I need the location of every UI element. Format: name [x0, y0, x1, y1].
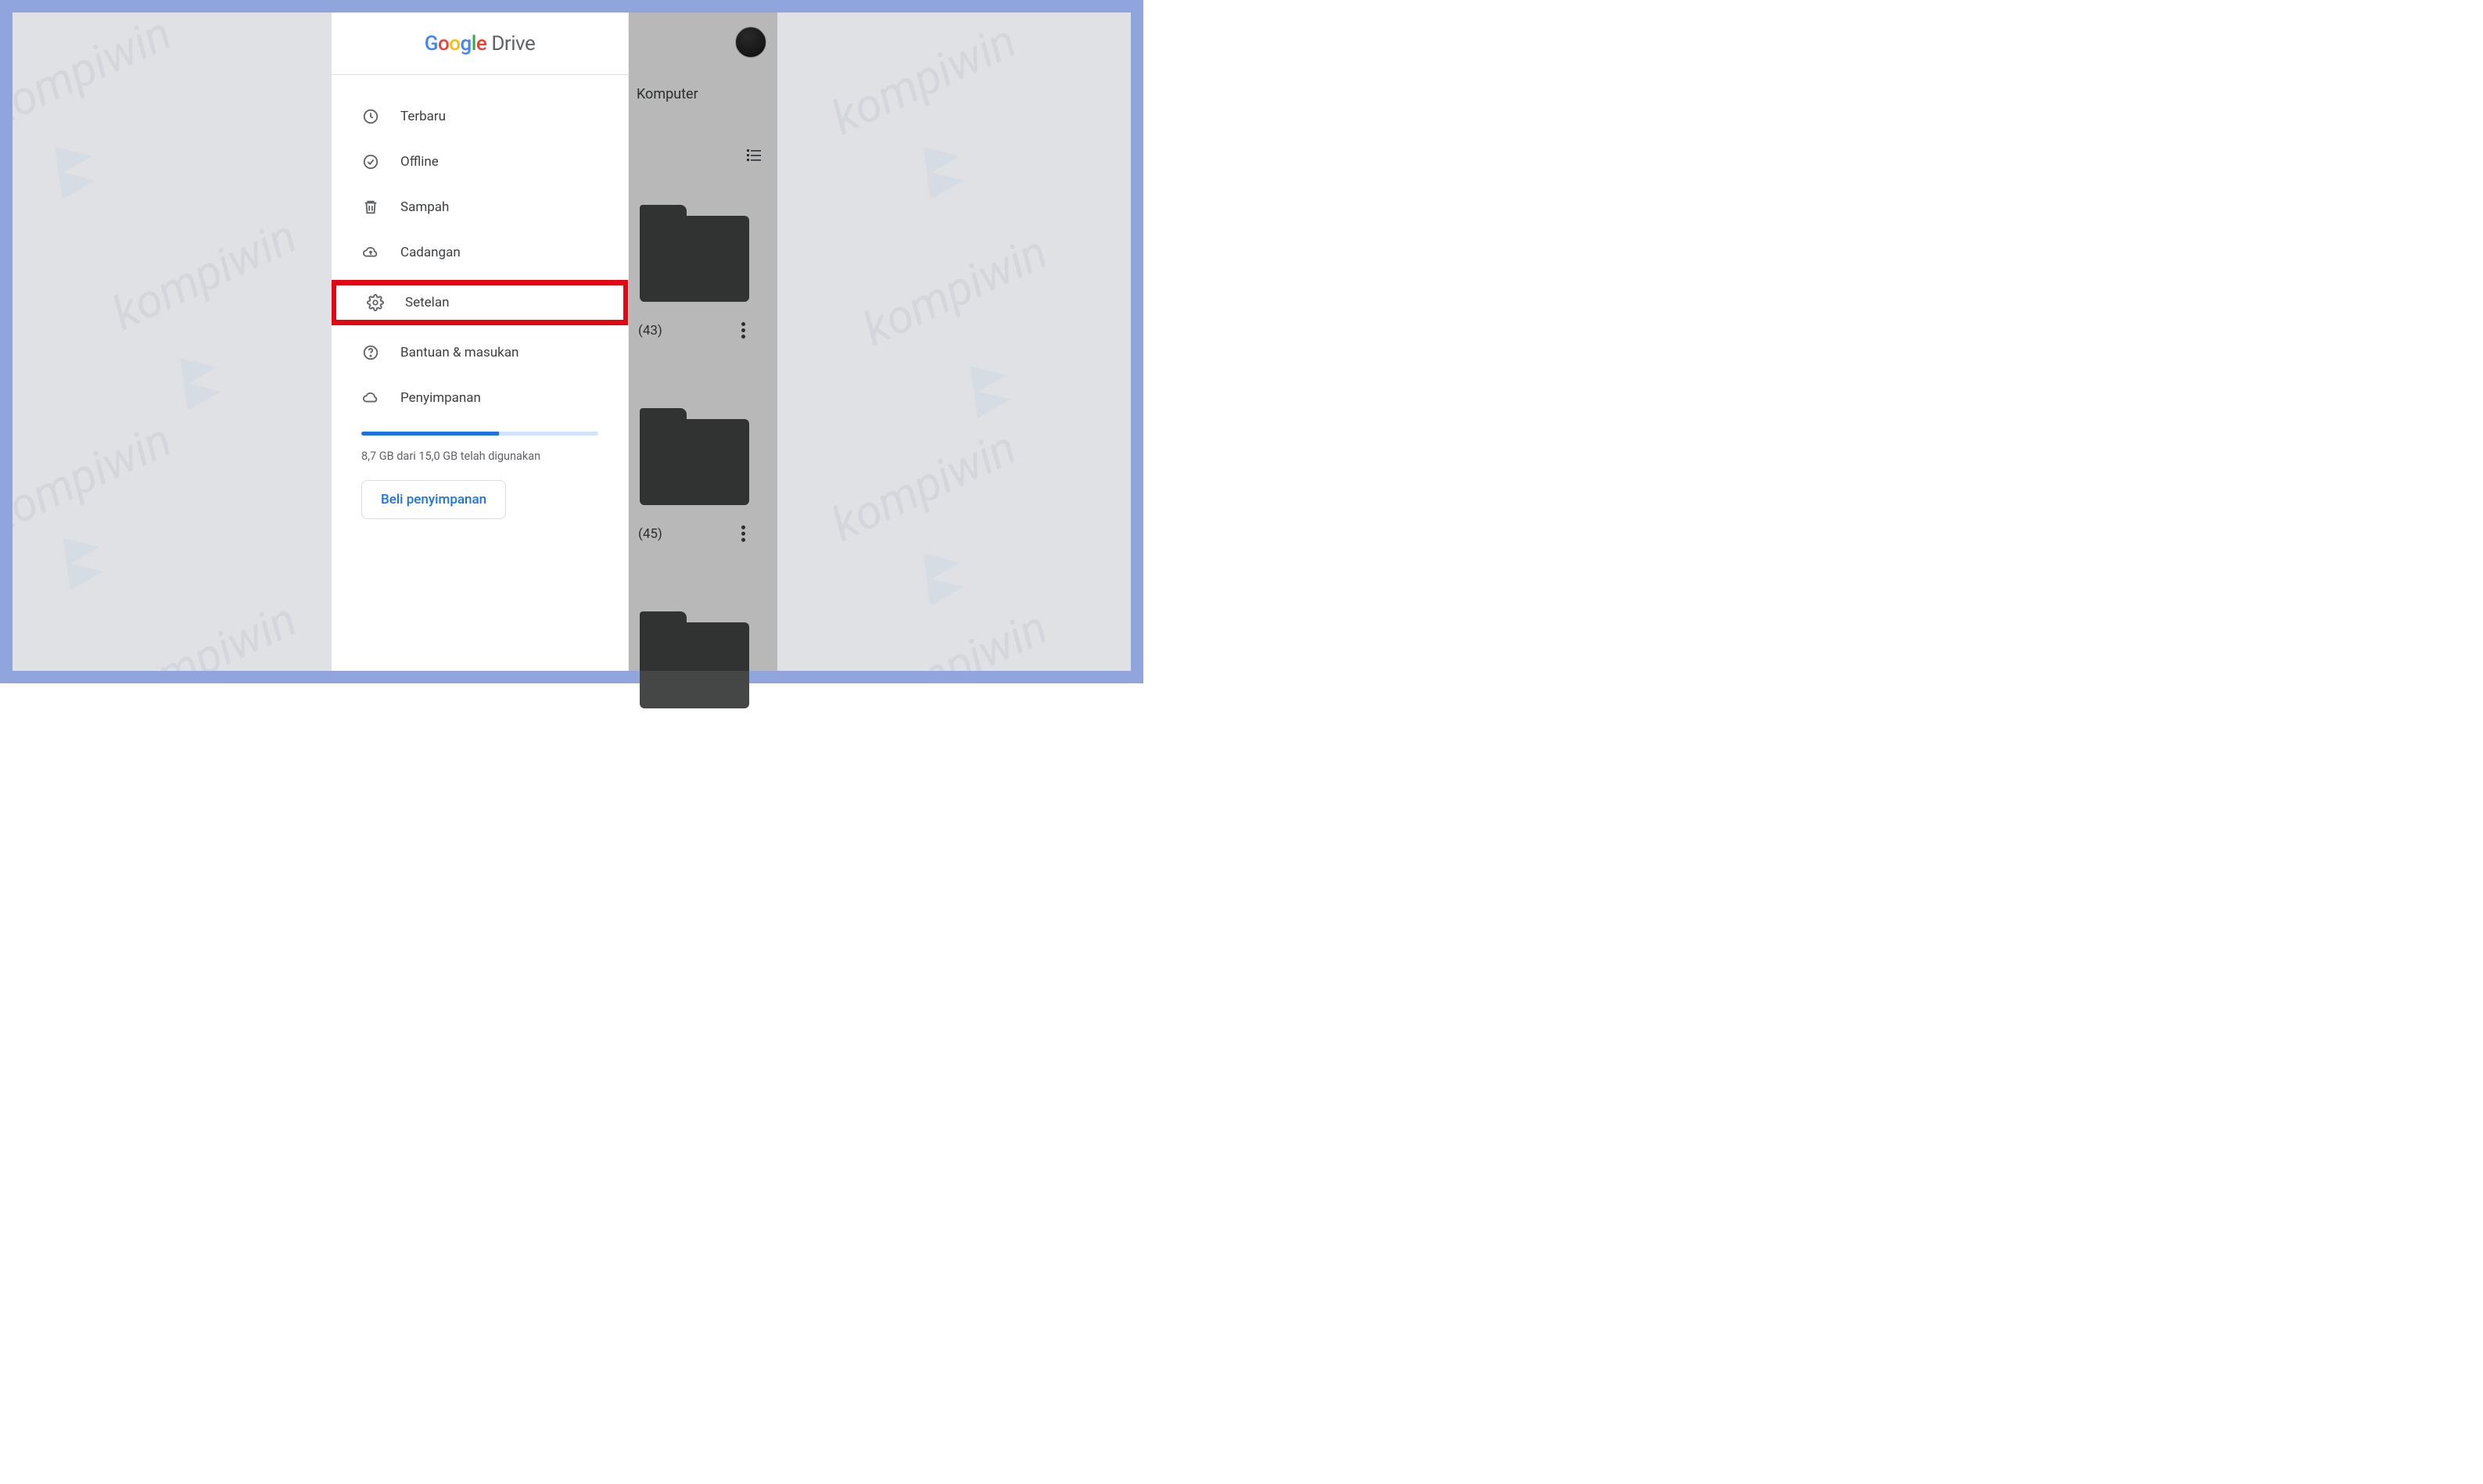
google-drive-logo: GoogleDrive [425, 32, 536, 56]
menu-trash[interactable]: Sampah [332, 185, 628, 230]
drawer-menu: Terbaru Offline Sampah [332, 75, 628, 519]
buy-storage-button[interactable]: Beli penyimpanan [361, 480, 506, 519]
watermark-text: kompiwin [104, 591, 305, 671]
menu-backups[interactable]: Cadangan [332, 230, 628, 275]
cloud-icon [361, 389, 380, 407]
navigation-drawer: GoogleDrive Terbaru Offline [332, 13, 629, 671]
menu-item-label: Bantuan & masukan [400, 345, 518, 360]
menu-offline[interactable]: Offline [332, 139, 628, 185]
storage-progress-fill [361, 432, 499, 436]
watermark-text: kompiwin [104, 208, 305, 341]
menu-recent[interactable]: Terbaru [332, 94, 628, 139]
watermark-text: kompiwin [13, 13, 180, 138]
menu-item-label: Setelan [405, 295, 449, 310]
menu-item-label: Terbaru [400, 109, 446, 124]
menu-item-label: Sampah [400, 199, 449, 215]
menu-settings[interactable]: Setelan [332, 280, 628, 325]
menu-help[interactable]: Bantuan & masukan [332, 330, 628, 375]
watermark-text: kompiwin [855, 599, 1056, 671]
gear-icon [366, 293, 385, 312]
storage-used-label: 8,7 GB dari 15,0 GB telah digunakan [361, 450, 598, 463]
menu-storage[interactable]: Penyimpanan [332, 375, 628, 421]
drawer-header: GoogleDrive [332, 13, 628, 75]
content-area: Komputer (43) (45) [629, 13, 777, 671]
watermark-text: kompiwin [823, 419, 1024, 552]
offline-check-icon [361, 152, 380, 171]
phone-viewport: GoogleDrive Terbaru Offline [332, 13, 777, 671]
storage-progress-track [361, 432, 598, 436]
scrim-overlay[interactable] [629, 13, 777, 671]
menu-item-label: Cadangan [400, 245, 461, 260]
watermark-text: kompiwin [855, 224, 1056, 357]
watermark-text: kompiwin [13, 411, 180, 544]
menu-item-label: Penyimpanan [400, 390, 481, 406]
storage-section: 8,7 GB dari 15,0 GB telah digunakan Beli… [332, 421, 628, 519]
trash-icon [361, 198, 380, 217]
menu-item-label: Offline [400, 154, 439, 170]
watermark-text: kompiwin [823, 13, 1024, 145]
cloud-upload-icon [361, 243, 380, 262]
clock-icon [361, 107, 380, 126]
help-icon [361, 343, 380, 362]
